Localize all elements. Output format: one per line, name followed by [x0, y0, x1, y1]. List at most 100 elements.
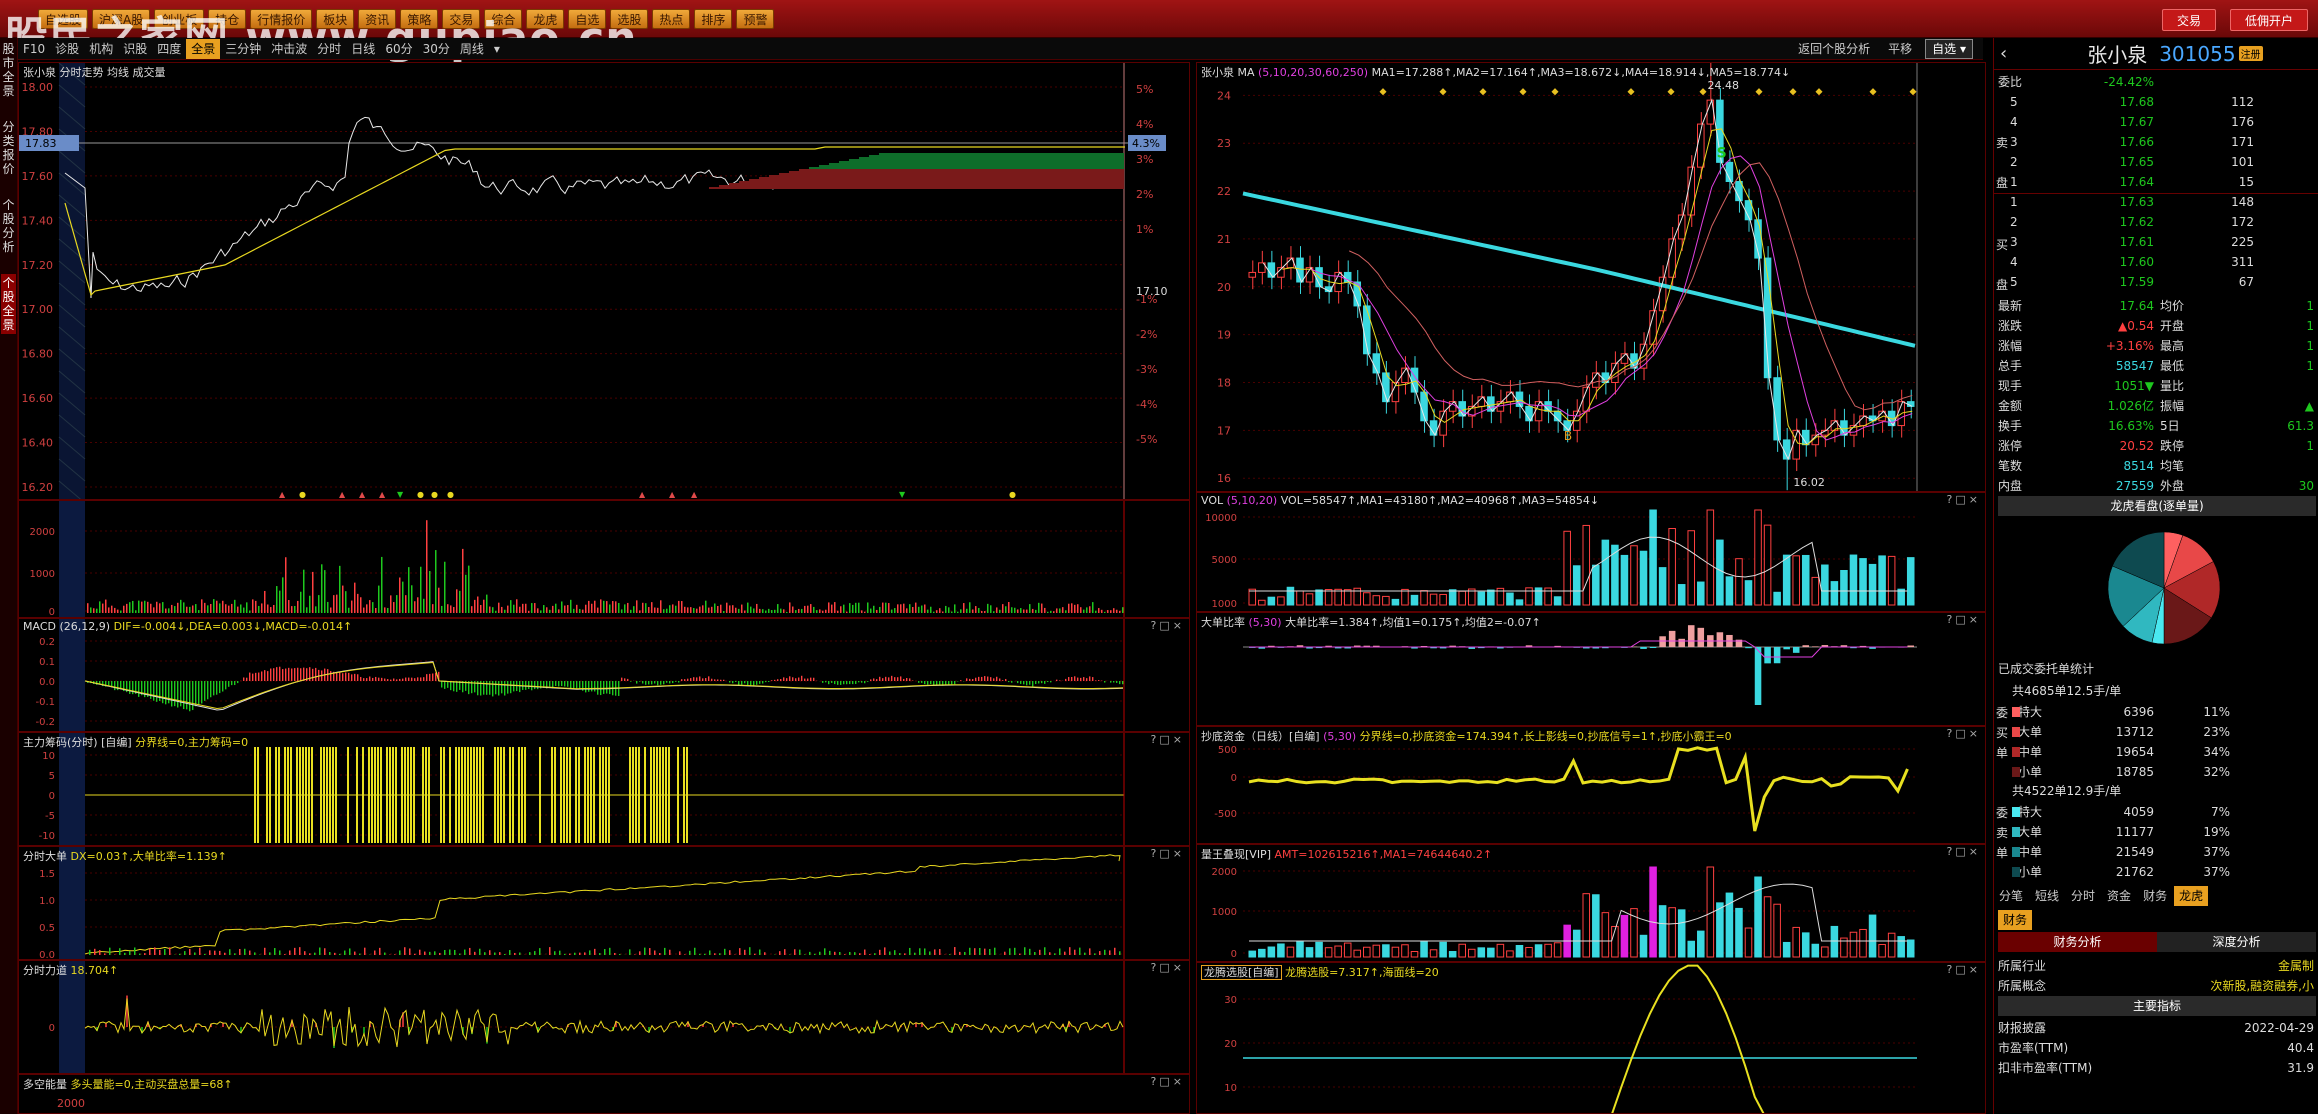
signal-marker: ▲ [691, 490, 698, 499]
power-pane[interactable]: 分时力道 18.704↑ ?□× 0 [18, 960, 1190, 1074]
side-tab-1[interactable]: 分类报价 [1, 118, 16, 178]
toolbar-item-4[interactable]: 四度 [152, 39, 186, 59]
bottom-tab-3[interactable]: 资金 [2102, 886, 2136, 906]
kline-label[interactable]: 张小泉 MA [1201, 66, 1255, 79]
sell-order-row: 小单 21762 37% [1994, 862, 2318, 882]
toolbar-item-8[interactable]: 分时 [312, 39, 346, 59]
pane-controls[interactable]: ?□× [1151, 1075, 1185, 1088]
bottom-tab-0[interactable]: 分笔 [1994, 886, 2028, 906]
macd-label[interactable]: MACD [23, 620, 56, 633]
pane-controls[interactable]: ?□× [1947, 493, 1981, 506]
margin-account-button[interactable]: 低佣开户 [2230, 9, 2309, 31]
lw-label[interactable]: 量王叠现[VIP] [1201, 848, 1271, 861]
chaodi-params: (5,30) [1323, 730, 1357, 743]
price-axis-label: 17.20 [22, 259, 54, 272]
quote-cell: 2 [2010, 155, 2018, 169]
main-chip-pane[interactable]: 主力筹码(分时) [自编] 分界线=0,主力筹码=0 ?□× 10 5 0 -5 -10 [18, 732, 1190, 846]
toolbar-item-11[interactable]: 30分 [418, 39, 455, 59]
toolbar-item-10[interactable]: 60分 [380, 39, 417, 59]
toolbar-item-0[interactable]: F10 [18, 39, 50, 59]
toolbar-item-1[interactable]: 诊股 [50, 39, 84, 59]
lt-label[interactable]: 龙腾选股[自编] [1201, 965, 1282, 980]
top-tab-15[interactable]: 预警 [736, 9, 775, 29]
pct-axis-label: 3% [1136, 153, 1153, 166]
buy-side-char: 单 [1996, 746, 2009, 760]
quote-cell: 扣非市盈率(TTM) [1998, 1061, 2093, 1075]
pane-controls[interactable]: ?□× [1947, 613, 1981, 626]
pane-controls[interactable]: ?□× [1151, 847, 1185, 860]
long-short-pane[interactable]: 多空能量 多头量能=0,主动买盘总量=68↑ ?□× 2000 [18, 1074, 1190, 1114]
bottom-tab-2[interactable]: 分时 [2066, 886, 2100, 906]
pane-controls[interactable]: ?□× [1151, 733, 1185, 746]
quote-cell: 1 [2306, 319, 2314, 333]
period-dropdown-icon[interactable]: ▾ [489, 39, 505, 59]
quote-cell: 61.3 [2287, 419, 2314, 433]
trade-button[interactable]: 交易 [2162, 9, 2217, 31]
quote-cell: 20.52 [2119, 439, 2154, 453]
bid-row: 1 17.63 148 [1994, 192, 2318, 212]
quote-cell: 涨幅 [1998, 339, 2023, 353]
pane-controls[interactable]: ?□× [1947, 963, 1981, 976]
power-label[interactable]: 分时力道 [23, 964, 67, 977]
pan-button[interactable]: 平移 [1883, 39, 1917, 59]
quote-cell: 总手 [1998, 359, 2023, 373]
dabi-label[interactable]: 大单比率 [1201, 616, 1245, 629]
top-tab-13[interactable]: 热点 [652, 9, 691, 29]
quote-cell: 17.63 [2119, 195, 2154, 209]
vol-label[interactable]: VOL [1201, 494, 1223, 507]
toolbar-item-12[interactable]: 周线 [455, 39, 489, 59]
pane-controls[interactable]: ?□× [1947, 727, 1981, 740]
bottom-tab-5[interactable]: 龙虎 [2174, 886, 2209, 906]
chip-label[interactable]: 主力筹码(分时) [自编] [23, 736, 132, 749]
toolbar-item-5[interactable]: 全景 [186, 38, 221, 59]
side-tab-2[interactable]: 个股分析 [1, 196, 16, 256]
pct-axis-label: 4% [1136, 118, 1153, 131]
toolbar-item-2[interactable]: 机构 [84, 39, 118, 59]
dragon-pane[interactable]: 龙腾选股[自编] 龙腾选股=7.317↑,海面线=20 ?□× 30 20 10 [1196, 962, 1986, 1114]
side-tab-0[interactable]: 股市全景 [1, 40, 16, 100]
fin-tab[interactable]: 财务 [1998, 910, 2033, 930]
entrust-title: 已成交委托单统计 [1998, 662, 2095, 676]
back-arrow-icon[interactable]: ‹ [2000, 43, 2007, 64]
price-line [64, 116, 1122, 299]
bottom-tab-4[interactable]: 财务 [2138, 886, 2172, 906]
big-ratio-pane[interactable]: 大单比率 (5,30) 大单比率=1.384↑,均值1=0.175↑,均值2=-… [1196, 612, 1986, 726]
bottom-tab-1[interactable]: 短线 [2030, 886, 2064, 906]
kline-chart-pane[interactable]: 张小泉 MA (5,10,20,30,60,250) MA1=17.288↑,M… [1196, 62, 1986, 492]
fin-subtab-0[interactable]: 财务分析 [1998, 932, 2157, 952]
volume-king-pane[interactable]: 量王叠现[VIP] AMT=102615216↑,MA1=74644640.2↑… [1196, 844, 1986, 962]
toolbar-item-3[interactable]: 识股 [118, 39, 152, 59]
intraday-volume-pane[interactable]: 2000 1000 0 [18, 500, 1190, 618]
axis-label: 0 [49, 791, 55, 802]
quote-cell: 1 [2306, 359, 2314, 373]
toolbar-item-6[interactable]: 三分钟 [220, 39, 266, 59]
bottom-fishing-pane[interactable]: 抄底资金（日线）[自编] (5,30) 分界线=0,抄底资金=174.394↑,… [1196, 726, 1986, 844]
long-short-label[interactable]: 多空能量 [23, 1078, 67, 1091]
quote-cell: 金额 [1998, 399, 2023, 413]
big-order-pane[interactable]: 分时大单 DX=0.03↑,大单比率=1.139↑ ?□× 1.5 1.0 0.5 0… [18, 846, 1190, 960]
dragon-line [1611, 964, 1765, 1113]
watchlist-select[interactable]: 自选 ▾ [1925, 39, 1973, 59]
side-tab-3[interactable]: 个股全景 [1, 274, 16, 334]
back-to-analysis-button[interactable]: 返回个股分析 [1793, 39, 1875, 59]
pane-controls[interactable]: ?□× [1947, 845, 1981, 858]
signal-marker: ▲ [379, 490, 386, 499]
toolbar-item-7[interactable]: 冲击波 [266, 39, 312, 59]
top-tab-14[interactable]: 排序 [694, 9, 733, 29]
pane-controls[interactable]: ?□× [1151, 961, 1185, 974]
big-order-label[interactable]: 分时大单 [23, 850, 67, 863]
quote-cell: 内盘 [1998, 479, 2023, 493]
toolbar-item-9[interactable]: 日线 [346, 39, 380, 59]
sell-side-char: 单 [1996, 846, 2009, 860]
quote-cell: 小单 [2018, 765, 2043, 779]
macd-pane[interactable]: MACD (26,12,9) DIF=-0.004↓,DEA=0.003↓,MA… [18, 618, 1190, 732]
pane-controls[interactable]: ?□× [1151, 619, 1185, 632]
intraday-chart-pane[interactable]: 张小泉 分时走势 均线 成交量 18.00 17.80 17.60 17.40 17.2… [18, 62, 1190, 500]
ma250-line [1242, 191, 1916, 348]
k-axis-label: 18 [1217, 377, 1231, 390]
fin-subtab-1[interactable]: 深度分析 [2157, 932, 2316, 952]
buy-order-row: 中单 19654 34% [1994, 742, 2318, 762]
kline-volume-pane[interactable]: VOL (5,10,20) VOL=58547↑,MA1=43180↑,MA2=… [1196, 492, 1986, 612]
chaodi-label[interactable]: 抄底资金（日线）[自编] [1201, 730, 1320, 743]
big-order-values: DX=0.03↑,大单比率=1.139↑ [70, 850, 227, 863]
